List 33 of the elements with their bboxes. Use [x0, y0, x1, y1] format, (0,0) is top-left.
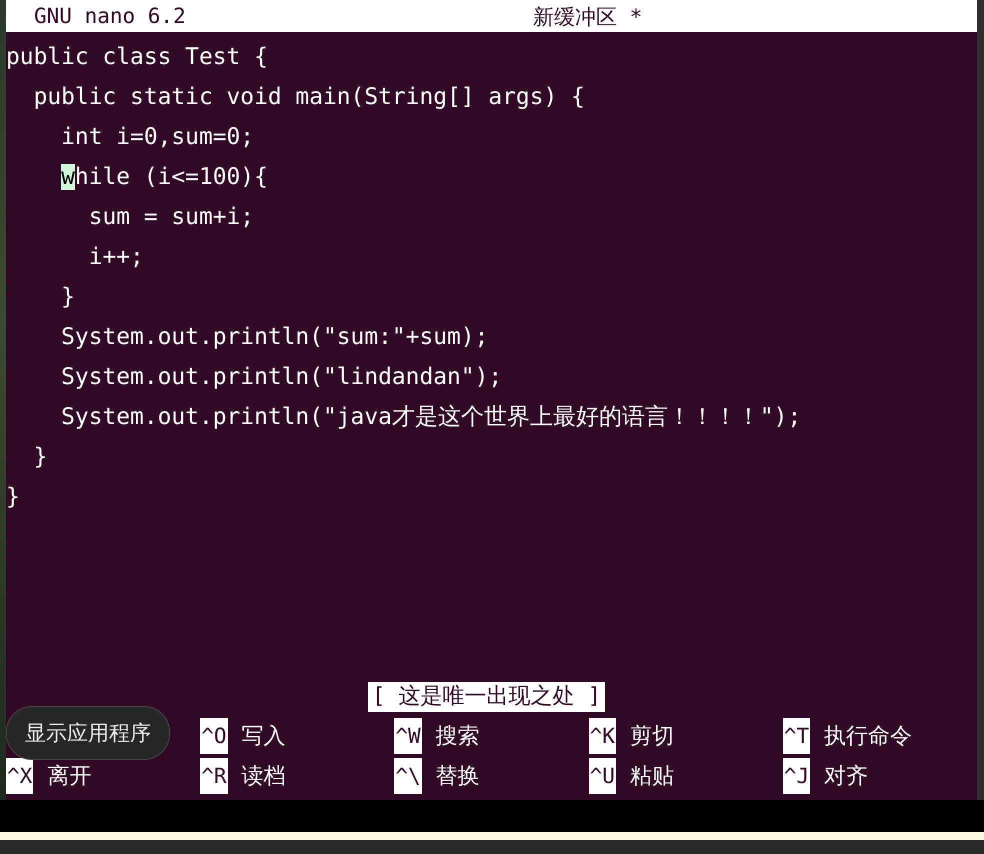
shortcut-label: 粘贴 [630, 763, 674, 791]
shortcut-label: 剪切 [630, 723, 674, 751]
shortcut-label: 写入 [242, 723, 286, 751]
code-line: public class Test { [6, 44, 268, 70]
code-line: } [32, 444, 48, 470]
tooltip: 显示应用程序 [6, 706, 170, 760]
code-line: } [60, 284, 75, 310]
code-line: i++; [88, 244, 144, 270]
shortcut-label: 读档 [242, 763, 286, 791]
app-version: GNU nano 6.2 [33, 4, 186, 28]
code-line: int i=0,sum=0; [60, 124, 254, 150]
code-line: System.out.println("lindandan"); [60, 364, 502, 390]
shortcut-key: ^J [782, 758, 810, 794]
code-line: sum = sum+i; [88, 204, 254, 230]
code-line: System.out.println("sum:"+sum); [60, 324, 488, 350]
shortcut-key: ^W [394, 718, 422, 754]
code-line: System.out.println("java才是这个世界上最好的语言！！！！"); [60, 404, 802, 430]
shortcut-key: ^\ [394, 758, 422, 794]
shortcut-key: ^O [200, 718, 228, 754]
buffer-name: 新缓冲区 * [533, 4, 642, 31]
shortcut-key: ^U [588, 758, 616, 794]
status-message: [ 这是唯一出现之处 ] [368, 682, 605, 712]
shortcut-key: ^T [782, 718, 810, 754]
code-line: public static void main(String[] args) { [32, 84, 585, 110]
shortcut-label: 搜索 [436, 723, 480, 751]
shortcut-label: 替换 [436, 763, 480, 791]
shortcut-key: ^X [6, 758, 34, 794]
shortcut-label: 执行命令 [824, 723, 912, 751]
shortcut-label: 离开 [47, 763, 92, 791]
shortcut-key: ^R [200, 758, 228, 794]
shortcut-label: 对齐 [824, 763, 868, 791]
code-line: } [6, 484, 20, 510]
shortcut-key: ^K [588, 718, 616, 754]
